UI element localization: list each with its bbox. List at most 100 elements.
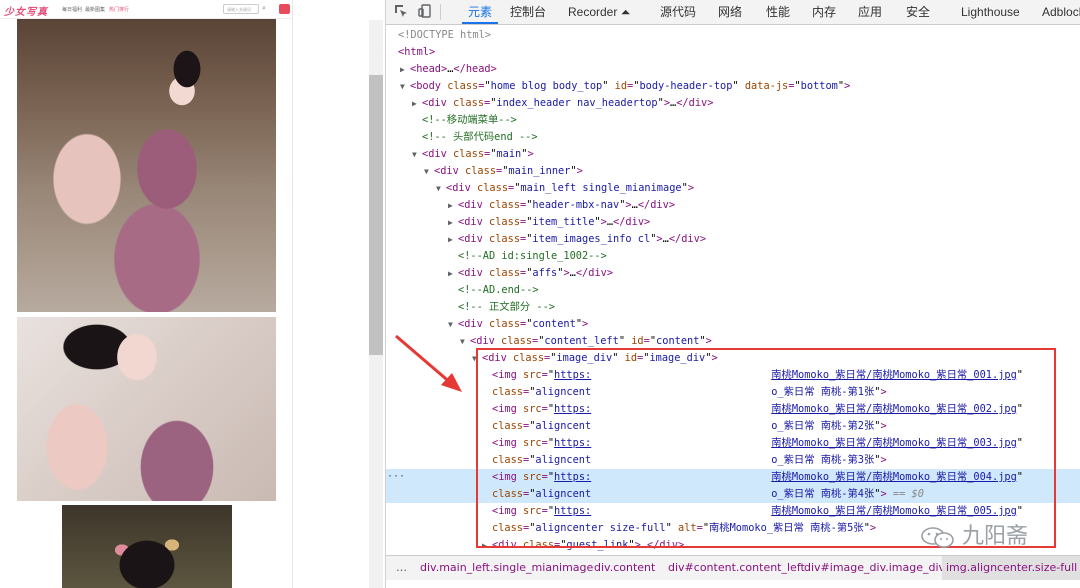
dom-node-img-attrs-selected[interactable]: class="aligncent o_紫日常 南桃-第4张"> == $0 <box>386 486 1080 503</box>
nav-link-popular[interactable]: 热门排行 <box>109 6 129 13</box>
expand-triangle-icon[interactable]: ▶ <box>482 538 492 555</box>
tab-application[interactable]: 应用 <box>858 0 882 24</box>
tab-security[interactable]: 安全 <box>906 0 930 24</box>
tab-adblock[interactable]: Adblock <box>1042 0 1080 24</box>
doctype-text: <!DOCTYPE html> <box>398 29 491 41</box>
gallery-photo <box>62 505 232 588</box>
breadcrumb-item[interactable]: div.content <box>594 556 655 580</box>
dom-comment[interactable]: <!-- 正文部分 --> <box>386 299 1080 316</box>
wechat-logo-icon <box>921 527 954 548</box>
dom-node-img[interactable]: <img src="https: 南桃Momoko_紫日常/南桃Momoko_紫日… <box>386 503 1080 520</box>
src-link[interactable]: 南桃Momoko_紫日常/南桃Momoko_紫日常_005.jpg <box>771 505 1017 517</box>
search-icon[interactable]: ⌕ <box>262 4 266 14</box>
breadcrumb-overflow-icon[interactable]: … <box>396 556 407 580</box>
breadcrumb-item[interactable]: div#content.content_left <box>668 556 805 580</box>
attr-value: content <box>656 335 700 347</box>
dom-node-img[interactable]: <img src="https: 南桃Momoko_紫日常/南桃Momoko_紫日… <box>386 367 1080 384</box>
devtools-tabbar: 元素 控制台 Recorder ⏶ 源代码 网络 性能 内存 应用 安全 Lig… <box>386 0 1080 25</box>
dom-comment[interactable]: <!-- 头部代码end --> <box>386 129 1080 146</box>
collapse-triangle-icon[interactable]: ▼ <box>424 164 434 181</box>
dom-node-img[interactable]: <img src="https: 南桃Momoko_紫日常/南桃Momoko_紫日… <box>386 401 1080 418</box>
collapse-triangle-icon[interactable]: ▼ <box>472 351 482 368</box>
tab-console[interactable]: 控制台 <box>510 0 546 24</box>
page-scrollbar-thumb[interactable] <box>369 75 383 355</box>
dom-node-img-attrs[interactable]: class="aligncent o_紫日常 南桃-第2张"> <box>386 418 1080 435</box>
dom-node-content[interactable]: ▼ <div class="content"> <box>386 316 1080 333</box>
expand-triangle-icon[interactable]: ▶ <box>412 96 422 113</box>
collapse-triangle-icon[interactable]: ▼ <box>436 181 446 198</box>
src-link[interactable]: 南桃Momoko_紫日常/南桃Momoko_紫日常_001.jpg <box>771 369 1017 381</box>
dom-node-doctype[interactable]: <!DOCTYPE html> <box>386 27 1080 44</box>
collapse-triangle-icon[interactable]: ▼ <box>400 79 410 96</box>
site-logo[interactable]: 少女写真 <box>4 3 48 18</box>
dom-comment[interactable]: <!--AD id:single_1002--> <box>386 248 1080 265</box>
collapse-triangle-icon[interactable]: ▼ <box>412 147 422 164</box>
site-search-input[interactable]: 请输入关键词 <box>223 4 259 14</box>
collapse-triangle-icon[interactable]: ▼ <box>460 334 470 351</box>
collapse-triangle-icon[interactable]: ▼ <box>448 317 458 334</box>
attr-value: item_title <box>532 216 595 228</box>
device-toggle-icon[interactable] <box>418 4 432 18</box>
dom-comment[interactable]: <!--移动端菜单--> <box>386 112 1080 129</box>
attr-value: main <box>496 148 522 160</box>
dom-node-content-left[interactable]: ▼ <div class="content_left" id="content"> <box>386 333 1080 350</box>
expand-triangle-icon[interactable]: ▶ <box>448 266 458 283</box>
src-link[interactable]: 南桃Momoko_紫日常/南桃Momoko_紫日常_003.jpg <box>771 437 1017 449</box>
attr-value: main_left single_mianimage <box>520 182 682 194</box>
src-link[interactable]: https: <box>554 437 591 449</box>
dom-node-main-inner[interactable]: ▼ <div class="main_inner"> <box>386 163 1080 180</box>
comment-text: <!--AD.end--> <box>458 284 539 296</box>
tab-sources[interactable]: 源代码 <box>660 0 696 24</box>
attr-value: image_div <box>649 352 706 364</box>
attr-value: content <box>532 318 576 330</box>
expand-triangle-icon[interactable]: ▶ <box>448 215 458 232</box>
dom-node-img-selected[interactable]: ··· <img src="https: 南桃Momoko_紫日常/南桃Momoko… <box>386 469 1080 486</box>
dom-comment[interactable]: <!--AD.end--> <box>386 282 1080 299</box>
src-link[interactable]: 南桃Momoko_紫日常/南桃Momoko_紫日常_004.jpg <box>771 471 1017 483</box>
attr-value: image_div <box>556 352 613 364</box>
breadcrumb-item[interactable]: div#image_div.image_div <box>804 556 945 580</box>
dom-node-header-nav[interactable]: ▶ <div class="header-mbx-nav">…</div> <box>386 197 1080 214</box>
expand-triangle-icon[interactable]: ▶ <box>400 62 410 79</box>
site-action-button[interactable] <box>279 4 290 14</box>
inspect-icon[interactable] <box>394 4 408 18</box>
dom-tree[interactable]: <!DOCTYPE html> <html> ▶ <head>…</head> ▼… <box>386 25 1080 555</box>
expand-triangle-icon[interactable]: ▶ <box>448 232 458 249</box>
dom-node-item-images-info[interactable]: ▶ <div class="item_images_info cl">…</div… <box>386 231 1080 248</box>
nav-link-latest[interactable]: 最新图集 <box>85 6 105 13</box>
dom-node-image-div[interactable]: ▼ <div class="image_div" id="image_div"> <box>386 350 1080 367</box>
breadcrumb-item-active[interactable]: img.aligncenter.size-full <box>942 556 1080 580</box>
dom-node-head[interactable]: ▶ <head>…</head> <box>386 61 1080 78</box>
attr-value: aligncent <box>535 454 592 466</box>
more-options-icon[interactable]: ··· <box>387 469 405 486</box>
tab-elements[interactable]: 元素 <box>462 0 499 24</box>
watermark: 九阳斋 <box>918 522 1058 552</box>
tab-memory[interactable]: 内存 <box>812 0 836 24</box>
src-link[interactable]: https: <box>554 471 591 483</box>
dom-node-body[interactable]: ▼ <body class="home blog body_top" id="bo… <box>386 78 1080 95</box>
comment-text: <!-- 正文部分 --> <box>458 301 555 313</box>
dom-node-img[interactable]: <img src="https: 南桃Momoko_紫日常/南桃Momoko_紫日… <box>386 435 1080 452</box>
dom-node-main[interactable]: ▼ <div class="main"> <box>386 146 1080 163</box>
src-link[interactable]: https: <box>554 505 591 517</box>
dom-node-index-header[interactable]: ▶ <div class="index_header nav_headertop"… <box>386 95 1080 112</box>
dom-node-html[interactable]: <html> <box>386 44 1080 61</box>
dom-node-item-title[interactable]: ▶ <div class="item_title">…</div> <box>386 214 1080 231</box>
dom-node-affs[interactable]: ▶ <div class="affs">…</div> <box>386 265 1080 282</box>
src-link[interactable]: https: <box>554 369 591 381</box>
attr-value: aligncent <box>535 488 592 500</box>
attr-value: affs <box>532 267 558 279</box>
tab-recorder[interactable]: Recorder ⏶ <box>568 0 630 24</box>
attr-value: o_紫日常 南桃-第2张 <box>771 420 875 432</box>
breadcrumb-item[interactable]: div.main_left.single_mianimage <box>420 556 593 580</box>
dom-node-img-attrs[interactable]: class="aligncent o_紫日常 南桃-第1张"> <box>386 384 1080 401</box>
expand-triangle-icon[interactable]: ▶ <box>448 198 458 215</box>
src-link[interactable]: https: <box>554 403 591 415</box>
dom-node-img-attrs[interactable]: class="aligncent o_紫日常 南桃-第3张"> <box>386 452 1080 469</box>
dom-node-main-left[interactable]: ▼ <div class="main_left single_mianimage"… <box>386 180 1080 197</box>
src-link[interactable]: 南桃Momoko_紫日常/南桃Momoko_紫日常_002.jpg <box>771 403 1017 415</box>
tab-performance[interactable]: 性能 <box>766 0 790 24</box>
tab-lighthouse[interactable]: Lighthouse <box>961 0 1020 24</box>
tab-network[interactable]: 网络 <box>718 0 742 24</box>
nav-link-daily[interactable]: 每日福利 <box>62 6 82 13</box>
